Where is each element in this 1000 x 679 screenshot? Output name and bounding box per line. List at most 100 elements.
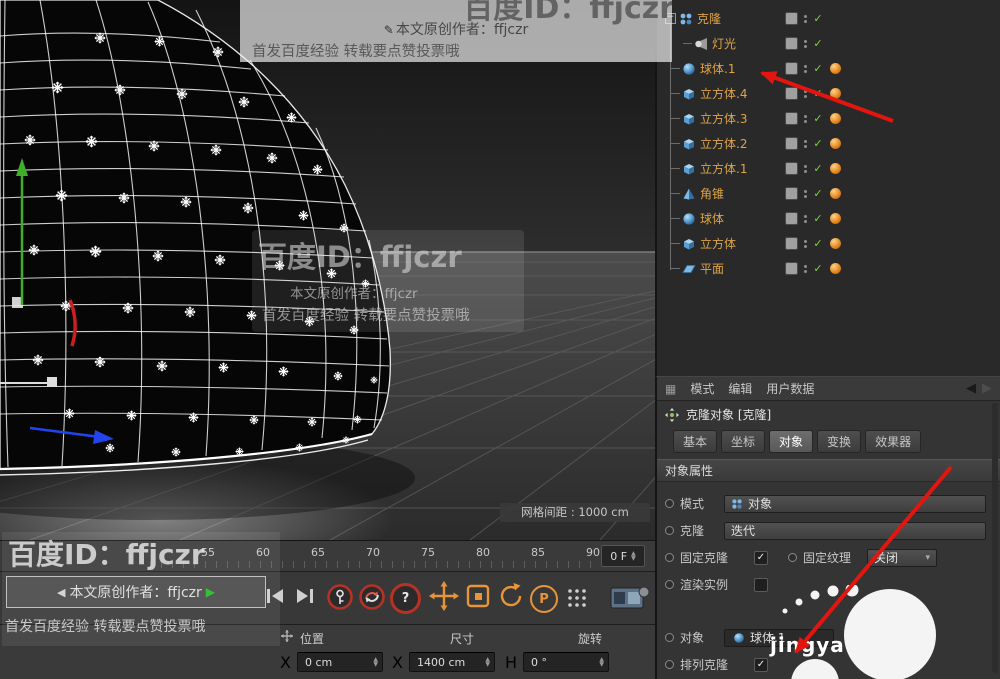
enabled-check-icon[interactable]: ✓ <box>811 62 825 75</box>
watermark-bottom-left: 百度ID：ffjczr ◀ 本文原创作者：ffjczr ▶ 首发百度经验 转载要… <box>2 532 280 646</box>
layer-toggle[interactable] <box>785 112 798 125</box>
clones-dropdown[interactable]: 迭代 <box>724 522 986 540</box>
stepper[interactable]: ▲▼ <box>485 657 490 667</box>
object-row-cube2[interactable]: 立方体.2 ✓ <box>657 131 1000 156</box>
layer-toggle[interactable] <box>785 212 798 225</box>
menu-mode[interactable]: 模式 <box>690 380 714 397</box>
layer-toggle[interactable] <box>785 12 798 25</box>
object-row-clone[interactable]: − 克隆 ✓ <box>657 0 1000 31</box>
keyframe-dot-icon[interactable] <box>665 526 674 535</box>
position-x-input[interactable]: 0 cm ▲▼ <box>297 652 383 672</box>
material-tag-icon[interactable] <box>830 138 841 149</box>
rotate-tool-button[interactable] <box>496 581 526 611</box>
fix-clone-checkbox[interactable]: ✓ <box>754 551 768 565</box>
tab-transform[interactable]: 变换 <box>817 430 861 453</box>
visibility-dots[interactable] <box>804 240 807 248</box>
object-row-plane[interactable]: 平面 ✓ <box>657 256 1000 281</box>
object-row-cube1[interactable]: 立方体.1 ✓ <box>657 156 1000 181</box>
light-icon <box>694 37 708 51</box>
keyframe-dot-icon[interactable] <box>665 553 674 562</box>
enabled-check-icon[interactable]: ✓ <box>811 12 825 25</box>
menu-edit[interactable]: 编辑 <box>728 380 752 397</box>
stepper[interactable]: ▲▼ <box>373 657 378 667</box>
object-row-sphere1[interactable]: 球体.1 ✓ <box>657 56 1000 81</box>
tree-connector <box>671 268 680 269</box>
enabled-check-icon[interactable]: ✓ <box>811 37 825 50</box>
nav-forward-icon[interactable]: ▶ <box>982 381 992 396</box>
frame-stepper[interactable]: ▲▼ <box>631 551 636 561</box>
size-x-input[interactable]: 1400 cm ▲▼ <box>409 652 495 672</box>
autokey-loop-button[interactable] <box>358 583 386 611</box>
layer-toggle[interactable] <box>785 187 798 200</box>
material-tag-icon[interactable] <box>830 88 841 99</box>
visibility-dots[interactable] <box>804 265 807 273</box>
visibility-dots[interactable] <box>804 65 807 73</box>
visibility-dots[interactable] <box>804 90 807 98</box>
visibility-dots[interactable] <box>804 115 807 123</box>
visibility-dots[interactable] <box>804 215 807 223</box>
visibility-dots[interactable] <box>804 40 807 48</box>
keyframe-record-button[interactable] <box>326 583 354 611</box>
object-row-light[interactable]: 灯光 ✓ <box>657 31 1000 56</box>
enabled-check-icon[interactable]: ✓ <box>811 237 825 250</box>
scale-tool-button[interactable] <box>463 581 493 611</box>
enabled-check-icon[interactable]: ✓ <box>811 262 825 275</box>
material-tag-icon[interactable] <box>830 238 841 249</box>
menu-userdata[interactable]: 用户数据 <box>766 380 814 397</box>
material-tag-icon[interactable] <box>830 63 841 74</box>
enabled-check-icon[interactable]: ✓ <box>811 112 825 125</box>
object-row-cube3[interactable]: 立方体.3 ✓ <box>657 106 1000 131</box>
keyframe-dot-icon[interactable] <box>788 553 797 562</box>
material-tag-icon[interactable] <box>830 188 841 199</box>
enabled-check-icon[interactable]: ✓ <box>811 87 825 100</box>
attribute-title-row: 克隆对象 [克隆] <box>657 401 1000 428</box>
coordinate-system-button[interactable]: P <box>530 585 558 613</box>
visibility-dots[interactable] <box>804 15 807 23</box>
enabled-check-icon[interactable]: ✓ <box>811 162 825 175</box>
position-icon <box>280 629 294 643</box>
visibility-dots[interactable] <box>804 190 807 198</box>
material-tag-icon[interactable] <box>830 213 841 224</box>
watermark-slogan: 首发百度经验 转载要点赞投票哦 <box>262 304 470 325</box>
stepper[interactable]: ▲▼ <box>599 657 604 667</box>
layer-toggle[interactable] <box>785 137 798 150</box>
layer-toggle[interactable] <box>785 37 798 50</box>
enabled-check-icon[interactable]: ✓ <box>811 187 825 200</box>
keyframe-dot-icon[interactable] <box>665 499 674 508</box>
tab-basic[interactable]: 基本 <box>673 430 717 453</box>
rotation-h-input[interactable]: 0 ° ▲▼ <box>523 652 609 672</box>
help-button[interactable]: ? <box>390 583 421 614</box>
object-row-sphere[interactable]: 球体 ✓ <box>657 206 1000 231</box>
visibility-dots[interactable] <box>804 140 807 148</box>
layer-toggle[interactable] <box>785 237 798 250</box>
layer-toggle[interactable] <box>785 87 798 100</box>
tab-effectors[interactable]: 效果器 <box>865 430 921 453</box>
object-row-cube[interactable]: 立方体 ✓ <box>657 231 1000 256</box>
move-tool-button[interactable] <box>428 580 460 612</box>
current-frame-field[interactable]: 0 F ▲▼ <box>601 545 645 567</box>
keyframe-dots-button[interactable] <box>564 585 590 611</box>
nav-back-icon[interactable]: ◀ <box>966 381 976 396</box>
material-tag-icon[interactable] <box>830 263 841 274</box>
enabled-check-icon[interactable]: ✓ <box>811 137 825 150</box>
tab-coordinates[interactable]: 坐标 <box>721 430 765 453</box>
layer-toggle[interactable] <box>785 262 798 275</box>
tab-object[interactable]: 对象 <box>769 430 813 453</box>
layer-toggle[interactable] <box>785 162 798 175</box>
fix-texture-dropdown[interactable]: 关闭 ▾ <box>867 549 937 567</box>
visibility-dots[interactable] <box>804 165 807 173</box>
keyframe-dot-icon[interactable] <box>665 633 674 642</box>
cube-icon <box>682 112 696 126</box>
keyframe-dot-icon[interactable] <box>665 580 674 589</box>
enabled-check-icon[interactable]: ✓ <box>811 212 825 225</box>
object-row-cube4[interactable]: 立方体.4 ✓ <box>657 81 1000 106</box>
material-tag-icon[interactable] <box>830 113 841 124</box>
material-tag-icon[interactable] <box>830 163 841 174</box>
render-settings-button[interactable] <box>610 584 650 612</box>
keyframe-dot-icon[interactable] <box>665 660 674 669</box>
mode-dropdown[interactable]: 对象 <box>724 495 986 513</box>
skip-to-end-button[interactable] <box>292 583 318 609</box>
jingyan-logo-text: jingya <box>770 633 845 657</box>
object-row-pyramid[interactable]: 角锥 ✓ <box>657 181 1000 206</box>
layer-toggle[interactable] <box>785 62 798 75</box>
